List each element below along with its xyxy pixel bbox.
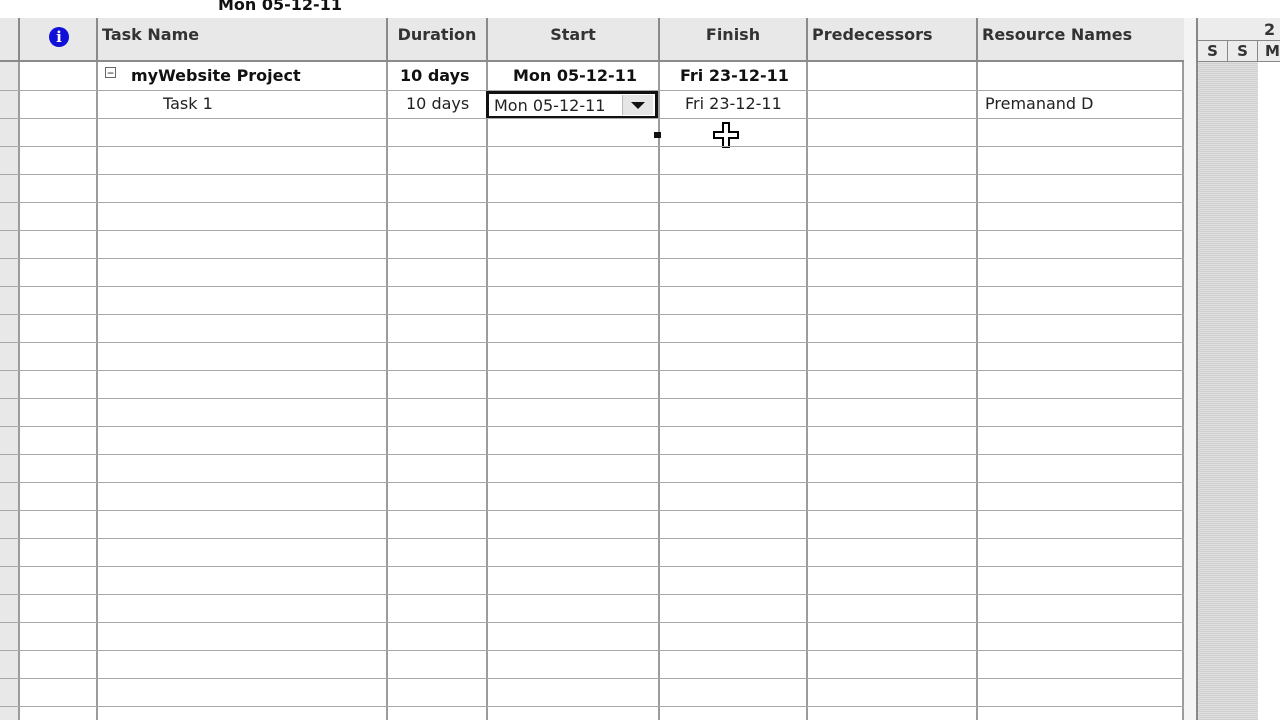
cell-task-name[interactable]: Task 1 xyxy=(163,94,213,113)
collapse-minus-icon[interactable]: − xyxy=(105,67,116,79)
grid-row-line xyxy=(0,706,1184,707)
cell-finish[interactable]: Fri 23-12-11 xyxy=(680,66,789,85)
timescale-day: S xyxy=(1228,41,1258,61)
grid-row-line xyxy=(0,146,1184,147)
nonworking-time-shading xyxy=(1198,62,1258,720)
grid-row-line xyxy=(0,594,1184,595)
grid-row-line xyxy=(0,454,1184,455)
column-divider[interactable] xyxy=(806,18,808,62)
gantt-timescale[interactable]: 2 S S M xyxy=(1196,18,1280,720)
start-date-input[interactable]: Mon 05-12-11 xyxy=(494,96,605,115)
grid-row-line xyxy=(0,482,1184,483)
timescale-major-header: 2 xyxy=(1198,18,1280,41)
timescale-week-label: 2 xyxy=(1264,20,1276,39)
grid-row-line xyxy=(0,370,1184,371)
grid-row-line xyxy=(0,258,1184,259)
column-divider[interactable] xyxy=(486,18,488,62)
column-header-start[interactable]: Start xyxy=(488,18,658,60)
column-header-finish[interactable]: Finish xyxy=(660,18,806,60)
cell-resource-names[interactable]: Premanand D xyxy=(985,94,1093,113)
move-cursor-icon xyxy=(713,122,739,148)
start-date-editor[interactable]: Mon 05-12-11 xyxy=(486,91,658,119)
fill-handle[interactable] xyxy=(654,132,661,138)
cell-duration[interactable]: 10 days xyxy=(406,94,469,113)
grid-row-line xyxy=(0,230,1184,231)
grid-row-line xyxy=(0,202,1184,203)
entry-bar-value[interactable]: Mon 05-12-11 xyxy=(218,0,342,14)
gantt-chart-area[interactable] xyxy=(1258,62,1280,720)
timescale-day: M xyxy=(1258,41,1280,61)
column-divider[interactable] xyxy=(96,18,98,62)
grid-row-line xyxy=(0,398,1184,399)
grid-row-line xyxy=(0,426,1184,427)
timescale-minor-header: S S M xyxy=(1198,41,1280,63)
grid-row-line xyxy=(0,566,1184,567)
column-header-predecessors[interactable]: Predecessors xyxy=(808,18,976,60)
column-divider[interactable] xyxy=(18,18,20,62)
grid-row-line xyxy=(0,174,1184,175)
chevron-down-icon xyxy=(631,102,645,109)
timescale-day: S xyxy=(1198,41,1228,61)
column-divider[interactable] xyxy=(976,18,978,62)
column-divider[interactable] xyxy=(658,18,660,62)
grid-row-line xyxy=(0,90,1184,91)
cell-finish[interactable]: Fri 23-12-11 xyxy=(685,94,782,113)
gantt-table: i Task Name Duration Start Finish Predec… xyxy=(0,18,1196,720)
date-dropdown-button[interactable] xyxy=(622,95,653,115)
column-header-resource-names[interactable]: Resource Names xyxy=(978,18,1184,60)
grid-row-line xyxy=(0,538,1184,539)
cell-start[interactable]: Mon 05-12-11 xyxy=(513,66,637,85)
grid-row-line xyxy=(0,622,1184,623)
info-icon: i xyxy=(49,27,69,47)
column-header-indicators[interactable]: i xyxy=(20,18,96,60)
cell-task-name[interactable]: myWebsite Project xyxy=(131,66,301,85)
grid-row-line xyxy=(0,286,1184,287)
grid-row-line xyxy=(0,342,1184,343)
column-divider[interactable] xyxy=(386,18,388,62)
column-header-task-name[interactable]: Task Name xyxy=(98,18,386,60)
column-header-duration[interactable]: Duration xyxy=(388,18,486,60)
grid-row-line xyxy=(0,314,1184,315)
column-header-row: i Task Name Duration Start Finish Predec… xyxy=(0,18,1184,62)
table-edge xyxy=(1184,18,1196,720)
grid-row-line xyxy=(0,678,1184,679)
grid-row-line xyxy=(0,118,1184,119)
grid-row-line xyxy=(0,650,1184,651)
cell-duration[interactable]: 10 days xyxy=(400,66,470,85)
grid-row-line xyxy=(0,510,1184,511)
entry-bar[interactable]: Mon 05-12-11 xyxy=(0,0,1280,18)
